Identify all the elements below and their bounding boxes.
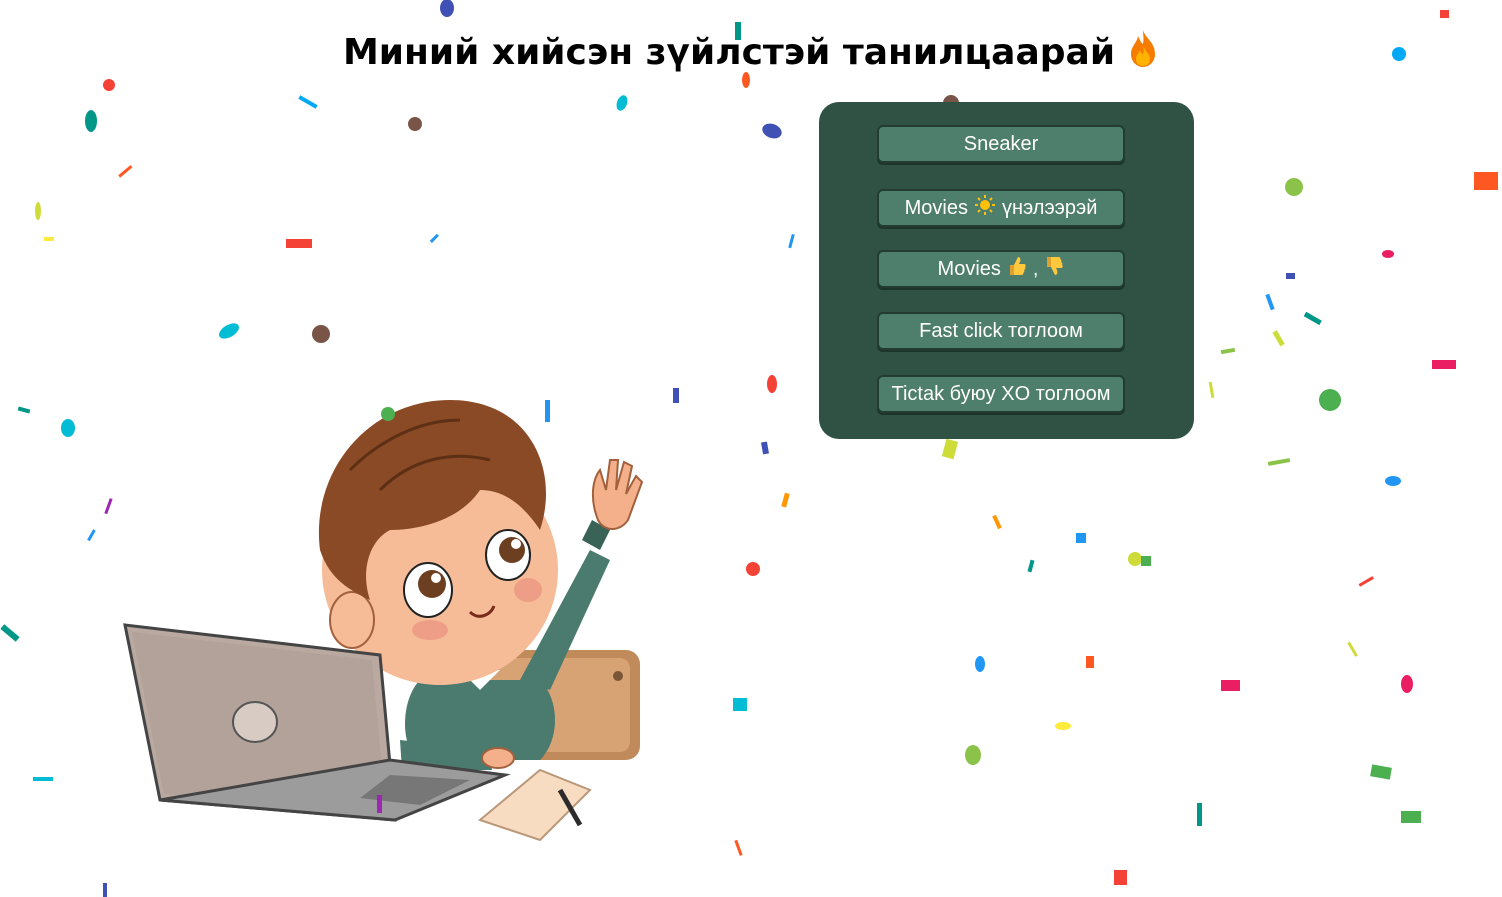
- paper-and-pencil: [477, 768, 592, 842]
- boy-head: [318, 400, 558, 685]
- fast-click-game-label: Fast click тоглоом: [919, 319, 1083, 342]
- sun-icon: [974, 194, 996, 222]
- fire-icon: [1127, 28, 1159, 80]
- movies-rate-button[interactable]: Movies үнэлээрэй: [877, 189, 1125, 227]
- page: Миний хийсэн зүйлстэй танилцаарай Sneake…: [0, 0, 1502, 897]
- page-title: Миний хийсэн зүйлстэй танилцаарай: [0, 28, 1502, 80]
- sneaker-button[interactable]: Sneaker: [877, 125, 1125, 163]
- fast-click-game-button[interactable]: Fast click тоглоом: [877, 312, 1125, 350]
- movies-vote-separator: ,: [1032, 257, 1039, 280]
- thumbs-down-icon: [1044, 255, 1064, 283]
- sneaker-button-label: Sneaker: [963, 132, 1039, 155]
- tictak-game-button[interactable]: Tictak буюу XO тоглоом: [877, 375, 1125, 413]
- thumbs-up-icon: [1007, 255, 1027, 283]
- page-title-text: Миний хийсэн зүйлстэй танилцаарай: [342, 32, 1116, 73]
- projects-menu-panel: Sneaker Movies үнэлээрэй Movies , Fast c…: [819, 102, 1194, 439]
- movies-vote-label: Movies: [937, 257, 1001, 280]
- boy-with-laptop-illustration: [123, 400, 644, 842]
- movies-rate-label: Movies: [904, 196, 968, 219]
- movies-rate-label-suffix: үнэлээрэй: [1001, 196, 1098, 219]
- movies-vote-button[interactable]: Movies ,: [877, 250, 1125, 288]
- tictak-game-label: Tictak буюу XO тоглоом: [891, 382, 1111, 405]
